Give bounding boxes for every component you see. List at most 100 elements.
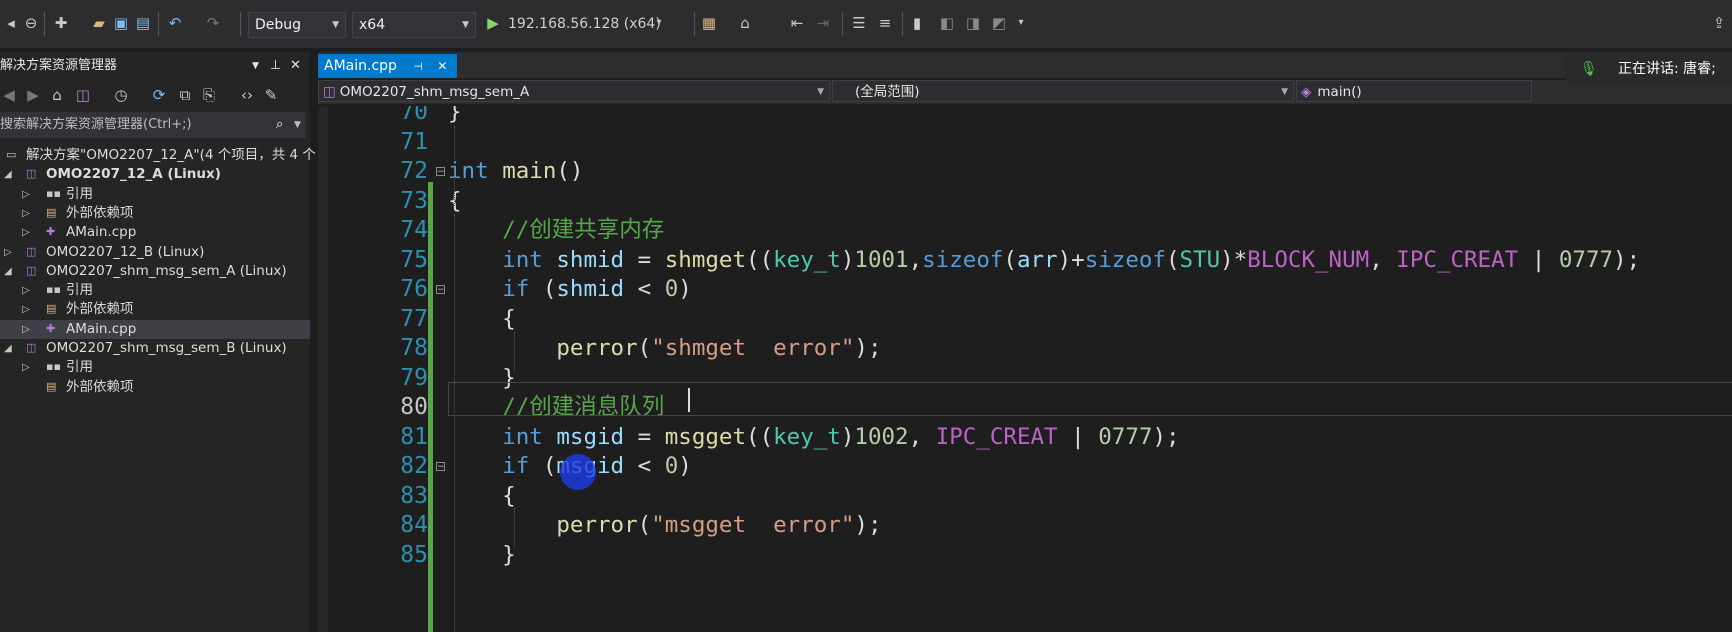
tree-item[interactable]: ▤ 外部依赖项 — [0, 378, 310, 397]
tree-item[interactable]: ▷ ◫ OMO2207_12_B (Linux) — [0, 243, 310, 262]
show-all-files-icon[interactable]: ⎘ — [200, 86, 218, 104]
share-icon[interactable]: ⇪ — [1710, 14, 1728, 32]
tab-amain-cpp[interactable]: AMain.cpp ⊣ ✕ — [318, 54, 458, 78]
config-select[interactable]: Debug ▼ — [248, 12, 346, 38]
solution-search-input[interactable]: 搜索解决方案资源管理器(Ctrl+;) ⌕ ▼ — [0, 112, 306, 138]
remote-target-button[interactable]: 192.168.56.128 (x64) — [508, 12, 661, 36]
tree-item[interactable]: ▷ ▪▪ 引用 — [0, 281, 310, 300]
bookmark-icon[interactable]: ▮ — [908, 14, 926, 32]
code-line[interactable]: 84 perror("msgget error"); — [318, 509, 1732, 541]
save-all-icon[interactable]: ▤ — [134, 14, 152, 32]
caret-collapsed-icon[interactable]: ▷ — [22, 320, 30, 339]
pin-icon[interactable]: ⊣ — [413, 60, 423, 73]
tree-item[interactable]: ▷ ▪▪ 引用 — [0, 185, 310, 204]
project-dropdown[interactable]: ◫ OMO2207_shm_msg_sem_A ▼ — [318, 80, 830, 102]
code-line[interactable]: 77 { — [318, 303, 1732, 335]
chevron-down-icon[interactable]: ▾ — [650, 14, 668, 32]
caret-collapsed-icon[interactable]: ▷ — [4, 243, 12, 262]
line-number: 78 — [400, 335, 428, 361]
chevron-down-icon[interactable]: ▾ — [1012, 14, 1030, 32]
code-line[interactable]: 78 perror("shmget error"); — [318, 332, 1732, 364]
caret-expanded-icon[interactable]: ◢ — [4, 339, 12, 358]
tree-item[interactable]: ▷ ▤ 外部依赖项 — [0, 300, 310, 319]
file-explorer-icon[interactable]: ▦ — [700, 14, 718, 32]
code-line[interactable]: 72 int main() − — [318, 155, 1732, 187]
code-line[interactable]: 75 int shmid = shmget((key_t)1001,sizeof… — [318, 244, 1732, 276]
refresh-icon[interactable]: ⟳ — [150, 86, 168, 104]
references-icon: ▪▪ — [46, 283, 61, 297]
chevron-down-icon[interactable]: ▼ — [294, 112, 301, 138]
history-icon[interactable]: ◷ — [112, 86, 130, 104]
code-line[interactable]: 74 //创建共享内存 — [318, 214, 1732, 246]
code-text: int main() — [448, 158, 584, 184]
nav-back-icon[interactable]: ◂ — [2, 14, 20, 32]
close-icon[interactable]: ✕ — [437, 59, 447, 73]
caret-collapsed-icon[interactable]: ▷ — [22, 281, 30, 300]
caret-collapsed-icon[interactable]: ▷ — [22, 358, 30, 377]
line-number: 83 — [400, 482, 428, 509]
tree-item[interactable]: ▷ ✚ AMain.cpp — [0, 223, 310, 242]
platform-select[interactable]: x64 ▼ — [352, 12, 476, 38]
tree-item[interactable]: ◢ ◫ OMO2207_shm_msg_sem_B (Linux) — [0, 339, 310, 358]
voice-status-text: 正在讲话: 唐睿; — [1618, 61, 1716, 77]
code-text: int msgid = msgget((key_t)1002, IPC_CREA… — [502, 423, 1180, 450]
caret-collapsed-icon[interactable]: ▷ — [22, 300, 30, 319]
caret-expanded-icon[interactable]: ◢ — [4, 262, 12, 281]
redo-icon[interactable]: ↷ — [204, 14, 222, 32]
back-icon[interactable]: ◀ — [0, 86, 18, 104]
collapse-all-icon[interactable]: ⧉ — [176, 86, 194, 104]
save-icon[interactable]: ▣ — [112, 14, 130, 32]
forward-icon[interactable]: ▶ — [24, 86, 42, 104]
caret-expanded-icon[interactable]: ◢ — [4, 165, 12, 184]
play-icon[interactable]: ▶ — [484, 14, 502, 32]
code-view-icon[interactable]: ‹› — [238, 86, 256, 104]
line-number: 82 — [400, 453, 428, 479]
home-icon[interactable]: ⌂ — [48, 86, 66, 104]
member-dropdown[interactable]: ◈ main() — [1296, 80, 1532, 102]
undo-icon[interactable]: ↶ — [166, 14, 184, 32]
toolbar-separator — [694, 12, 695, 36]
tree-item[interactable]: ▭ 解决方案"OMO2207_12_A"(4 个项目，共 4 个 — [0, 146, 316, 165]
fold-toggle-icon[interactable]: − — [436, 462, 445, 472]
new-project-icon[interactable]: ✚ — [52, 14, 70, 32]
pin-icon[interactable]: ⊥ — [270, 52, 281, 80]
tree-item[interactable]: ◢ ◫ OMO2207_12_A (Linux) — [0, 165, 310, 184]
tree-item[interactable]: ▷ ▪▪ 引用 — [0, 358, 310, 377]
wrench-icon[interactable]: ✎ — [262, 86, 280, 104]
caret-collapsed-icon[interactable]: ▷ — [22, 223, 30, 242]
fold-toggle-icon[interactable]: − — [436, 167, 445, 177]
tree-item[interactable]: ◢ ◫ OMO2207_shm_msg_sem_A (Linux) — [0, 262, 310, 281]
fold-toggle-icon[interactable]: − — [436, 285, 445, 295]
code-line[interactable]: 81 int msgid = msgget((key_t)1002, IPC_C… — [318, 421, 1732, 453]
outdent-icon[interactable]: ⇥ — [814, 14, 832, 32]
toolbar-separator — [240, 12, 241, 36]
scope-dropdown[interactable]: (全局范围) ▼ — [832, 80, 1294, 102]
home-icon[interactable]: ⌂ — [736, 14, 754, 32]
code-line[interactable]: 76 if (shmid < 0) − — [318, 273, 1732, 305]
caret-collapsed-icon[interactable]: ▷ — [22, 204, 30, 223]
close-icon[interactable]: ✕ — [290, 52, 301, 80]
bookmark-next-icon[interactable]: ◨ — [964, 14, 982, 32]
bookmark-prev-icon[interactable]: ◧ — [938, 14, 956, 32]
tree-item[interactable]: ▷ ▤ 外部依赖项 — [0, 204, 310, 223]
toolbar-separator — [842, 12, 843, 36]
switch-views-icon[interactable]: ◫ — [74, 86, 92, 104]
uncomment-icon[interactable]: ≡ — [876, 14, 894, 32]
nav-forward-icon[interactable]: ⊖ — [22, 14, 40, 32]
code-line[interactable]: 82 if (msgid < 0)− — [318, 450, 1732, 482]
comment-icon[interactable]: ☰ — [850, 14, 868, 32]
code-line[interactable]: 83 { — [318, 480, 1732, 512]
code-editor[interactable]: 70} 71 72 int main() −73{74 //创建共享内存 75 int s… — [318, 106, 1732, 632]
indent-icon[interactable]: ⇤ — [788, 14, 806, 32]
bookmark-clear-icon[interactable]: ◩ — [990, 14, 1008, 32]
code-line[interactable]: 71 — [318, 126, 1732, 158]
tree-item[interactable]: ▷ ✚ AMain.cpp — [0, 319, 310, 339]
open-folder-icon[interactable]: ▰ — [90, 14, 108, 32]
line-number: 80 — [400, 394, 428, 420]
chevron-down-icon[interactable]: ▼ — [252, 52, 259, 80]
code-text: int shmid = shmget((key_t)1001,sizeof(ar… — [502, 246, 1641, 273]
search-icon[interactable]: ⌕ — [276, 112, 283, 138]
caret-collapsed-icon[interactable]: ▷ — [22, 185, 30, 204]
code-line[interactable]: 73{ — [318, 185, 1732, 217]
code-line[interactable]: 85 } — [318, 539, 1732, 571]
